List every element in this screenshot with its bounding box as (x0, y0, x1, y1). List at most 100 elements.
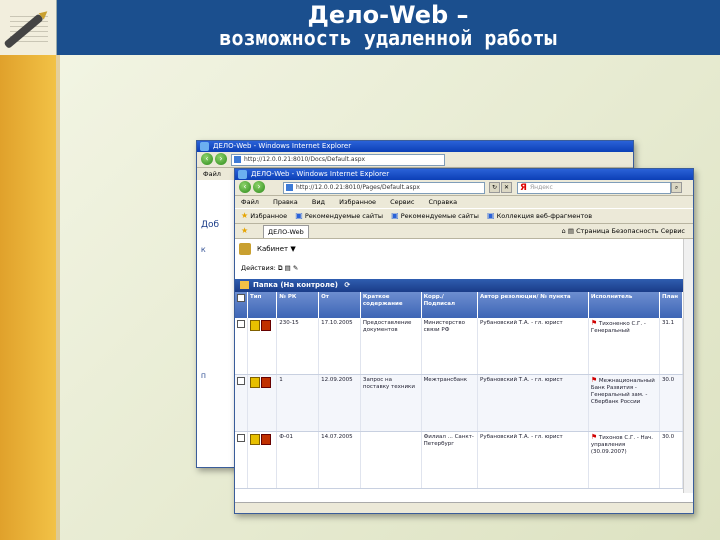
back-window-titlebar[interactable]: ДЕЛО-Web - Windows Internet Explorer (197, 141, 633, 152)
menu-view[interactable]: Вид (312, 198, 325, 206)
tab-delo-web[interactable]: ДЕЛО-Web (263, 225, 309, 238)
table-row[interactable]: Ф-01 14.07.2005 Филиал ... Санкт-Петербу… (235, 431, 684, 489)
folder-title: Папка (На контроле) (253, 281, 338, 289)
menu-file[interactable]: Файл (241, 198, 259, 206)
actions-row: Действия: ⧉ ▤ ✎ (235, 259, 683, 277)
back-address-text: http://12.0.0.21:8010/Docs/Default.aspx (244, 156, 366, 163)
table-header-row: Тип № РК От Краткое содержание Корр./ По… (235, 292, 684, 318)
col-rk[interactable]: № РК (276, 292, 320, 318)
front-menu-bar: Файл Правка Вид Избранное Сервис Справка (235, 196, 693, 208)
star-icon[interactable]: ★ (241, 224, 248, 238)
favorites-button[interactable]: ★ Избранное (241, 209, 287, 223)
back-text-p[interactable]: П (201, 372, 206, 380)
fav-link-1[interactable]: ▣ Рекомендуемые сайты (295, 209, 383, 223)
front-search-input[interactable]: Я Яндекс (517, 182, 671, 194)
forward-arrow-icon[interactable]: › (215, 153, 227, 165)
col-executor[interactable]: Исполнитель (588, 292, 660, 318)
back-text-add[interactable]: Доб (201, 220, 219, 230)
back-arrow-icon[interactable]: ‹ (239, 181, 251, 193)
stop-icon[interactable]: ✕ (501, 182, 512, 193)
page-icon (286, 184, 293, 191)
back-address-input[interactable]: http://12.0.0.21:8010/Docs/Default.aspx (231, 154, 445, 166)
action-print-icon[interactable]: ▤ (285, 264, 291, 272)
logo-icon (0, 0, 57, 55)
back-address-bar: ‹ › http://12.0.0.21:8010/Docs/Default.a… (197, 152, 633, 168)
front-window-titlebar[interactable]: ДЕЛО-Web - Windows Internet Explorer (235, 169, 693, 180)
flag-icon: ⚑ (590, 319, 598, 327)
front-address-input[interactable]: http://12.0.0.21:8010/Pages/Default.aspx (283, 182, 485, 194)
tools-security[interactable]: Безопасность (612, 227, 659, 235)
cell-plan: 31.1 (659, 318, 684, 375)
cell-date: 12.09.2005 (318, 374, 361, 432)
actions-label: Действия: (241, 264, 276, 272)
cell-plan: 30.0 (659, 374, 684, 432)
doc-type-icon[interactable] (247, 374, 278, 432)
cell-executor: ⚑ Тихоненко С.Г. - Генеральный (588, 318, 660, 375)
menu-edit[interactable]: Правка (273, 198, 298, 206)
folder-header: Папка (На контроле) ⟳ (235, 279, 683, 292)
col-author[interactable]: Автор резолюции/ № пункта (477, 292, 589, 318)
module-label[interactable]: Кабинет (257, 245, 288, 253)
table-row[interactable]: 230-15 17.10.2005 Предоставление докумен… (235, 318, 684, 375)
refresh-icon[interactable]: ⟳ (344, 281, 350, 289)
cell-rk[interactable]: 1 (276, 374, 320, 432)
cell-corr: Филиал ... Санкт-Петербург (421, 431, 479, 489)
front-content: Кабинет ▼ Действия: ⧉ ▤ ✎ Папка (На конт… (235, 239, 693, 493)
cell-corr: Межтрансбанк (421, 374, 479, 432)
cell-rk[interactable]: 230-15 (276, 318, 320, 375)
back-text-k[interactable]: К (201, 246, 206, 254)
front-browser-window[interactable]: ДЕЛО-Web - Windows Internet Explorer ‹ ›… (234, 168, 694, 514)
menu-tools[interactable]: Сервис (390, 198, 414, 206)
cell-corr: Министерство связи РФ (421, 318, 479, 375)
cell-author: Рубановский Т.А. - гл. юрист (477, 318, 589, 375)
menu-favorites[interactable]: Избранное (339, 198, 376, 206)
row-checkbox[interactable] (235, 374, 249, 432)
col-type[interactable]: Тип (247, 292, 278, 318)
doc-type-icon[interactable] (247, 431, 278, 489)
search-icon[interactable]: ⌕ (671, 182, 682, 193)
fav-link-3[interactable]: ▣ Коллекция веб-фрагментов (487, 209, 592, 223)
fav-link-2[interactable]: ▣ Рекомендуемые сайты (391, 209, 479, 223)
menu-help[interactable]: Справка (429, 198, 458, 206)
yandex-icon: Я (520, 183, 527, 193)
header-checkbox[interactable] (235, 292, 249, 318)
page-icon (234, 156, 241, 163)
module-icon (239, 243, 251, 255)
left-stripe (0, 55, 56, 540)
back-menu-item[interactable]: Файл (203, 170, 221, 178)
cell-executor: ⚑ Тихонов С.Г. - Нач. управления (30.09.… (588, 431, 660, 489)
action-copy-icon[interactable]: ⧉ (278, 264, 283, 272)
col-plan[interactable]: План (659, 292, 684, 318)
col-from[interactable]: От (318, 292, 361, 318)
table-row[interactable]: 1 12.09.2005 Запрос на поставку техники … (235, 374, 684, 432)
action-edit-icon[interactable]: ✎ (293, 264, 298, 272)
vertical-scrollbar[interactable] (683, 239, 693, 493)
print-icon[interactable]: ▤ (568, 227, 574, 235)
folder-icon (240, 281, 249, 289)
page-tools: ⌂ ▤ Страница Безопасность Сервис (562, 224, 685, 238)
refresh-icon[interactable]: ↻ (489, 182, 500, 193)
col-corr[interactable]: Корр./ Подписал (421, 292, 479, 318)
back-arrow-icon[interactable]: ‹ (201, 153, 213, 165)
row-checkbox[interactable] (235, 318, 249, 375)
status-bar (235, 502, 693, 513)
star-icon: ★ (241, 211, 249, 220)
cell-date: 14.07.2005 (318, 431, 361, 489)
cell-date: 17.10.2005 (318, 318, 361, 375)
cell-rk[interactable]: Ф-01 (276, 431, 320, 489)
flag-icon: ⚑ (590, 433, 598, 441)
chevron-down-icon[interactable]: ▼ (290, 245, 295, 253)
row-checkbox[interactable] (235, 431, 249, 489)
forward-arrow-icon[interactable]: › (253, 181, 265, 193)
doc-type-icon[interactable] (247, 318, 278, 375)
col-summary[interactable]: Краткое содержание (360, 292, 422, 318)
title-bar: Дело-Web – возможность удаленной работы (0, 0, 720, 55)
page-icon: ▣ (391, 211, 399, 220)
tools-service[interactable]: Сервис (661, 227, 685, 235)
cell-author: Рубановский Т.А. - гл. юрист (477, 431, 589, 489)
page-icon: ▣ (295, 211, 303, 220)
slide-subtitle: возможность удаленной работы (219, 26, 557, 50)
home-icon[interactable]: ⌂ (562, 227, 566, 235)
module-header: Кабинет ▼ (235, 239, 683, 259)
tools-page[interactable]: Страница (576, 227, 609, 235)
